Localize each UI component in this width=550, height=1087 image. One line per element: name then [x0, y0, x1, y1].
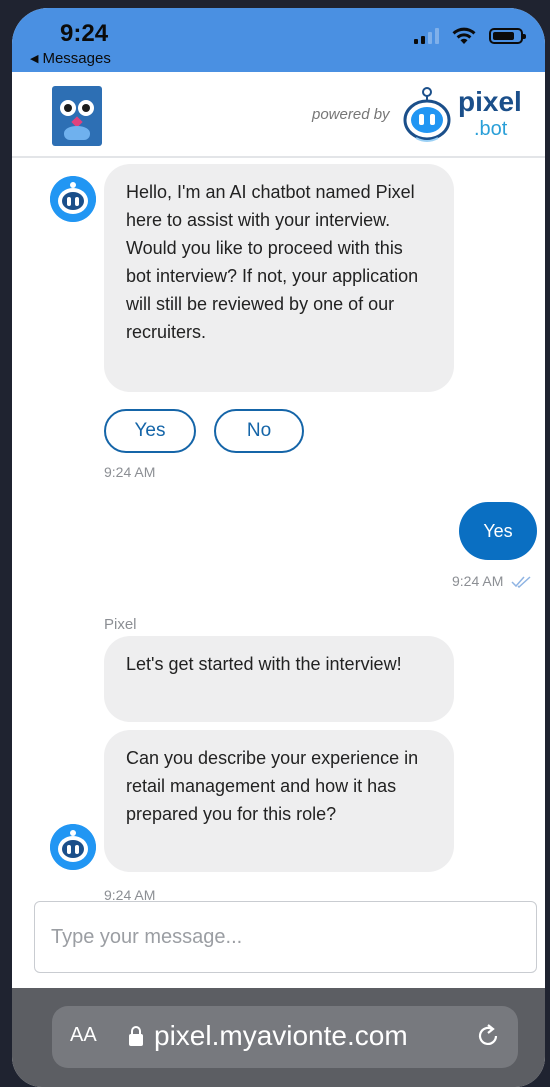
wifi-icon — [452, 27, 476, 44]
phone-screen: 9:24 ◀ Messages powered by pixel .bot He… — [12, 8, 545, 1087]
battery-icon — [489, 28, 526, 44]
bot-face-icon — [50, 176, 96, 222]
browser-toolbar: AA pixel.myavionte.com — [12, 988, 545, 1087]
pixel-brand-suffix: .bot — [474, 118, 508, 140]
status-time: 9:24 — [60, 20, 109, 47]
read-receipt-icon — [511, 576, 531, 589]
chat-header: powered by pixel .bot — [12, 72, 545, 158]
bot-face-icon — [50, 824, 96, 870]
signal-icon — [414, 28, 439, 44]
user-message-timestamp: 9:24 AM — [452, 573, 531, 589]
powered-by-label: powered by — [312, 106, 390, 123]
company-owl-logo — [52, 86, 102, 146]
back-arrow-icon: ◀ — [30, 53, 39, 65]
bot-message-bubble: Hello, I'm an AI chatbot named Pixel her… — [104, 164, 454, 392]
status-bar: 9:24 ◀ Messages — [12, 8, 545, 72]
quick-reply-no-button[interactable]: No — [214, 409, 304, 453]
lock-icon — [129, 1026, 143, 1046]
user-timestamp-text: 9:24 AM — [452, 573, 504, 589]
user-message-bubble: Yes — [459, 502, 537, 560]
message-input[interactable] — [35, 902, 536, 972]
phone-frame: 9:24 ◀ Messages powered by pixel .bot He… — [0, 0, 550, 1087]
bot-avatar — [50, 824, 96, 870]
message-timestamp: 9:24 AM — [104, 464, 156, 480]
reload-icon[interactable] — [474, 1022, 502, 1050]
bot-message-bubble: Let's get started with the interview! — [104, 636, 454, 722]
status-icons — [414, 26, 526, 46]
bot-message-bubble: Can you describe your experience in reta… — [104, 730, 454, 872]
pixel-bot-logo-icon — [403, 87, 451, 142]
quick-reply-yes-button[interactable]: Yes — [104, 409, 196, 453]
back-to-messages-link[interactable]: ◀ Messages — [30, 50, 111, 67]
message-input-container — [34, 901, 537, 973]
pixel-brand-name: pixel — [458, 86, 522, 117]
text-size-button[interactable]: AA — [70, 1024, 97, 1047]
back-label: Messages — [42, 50, 111, 67]
url-text: pixel.myavionte.com — [154, 1020, 408, 1051]
sender-name: Pixel — [104, 616, 137, 633]
url-bar[interactable]: AA pixel.myavionte.com — [52, 1006, 518, 1068]
bot-avatar — [50, 176, 96, 222]
